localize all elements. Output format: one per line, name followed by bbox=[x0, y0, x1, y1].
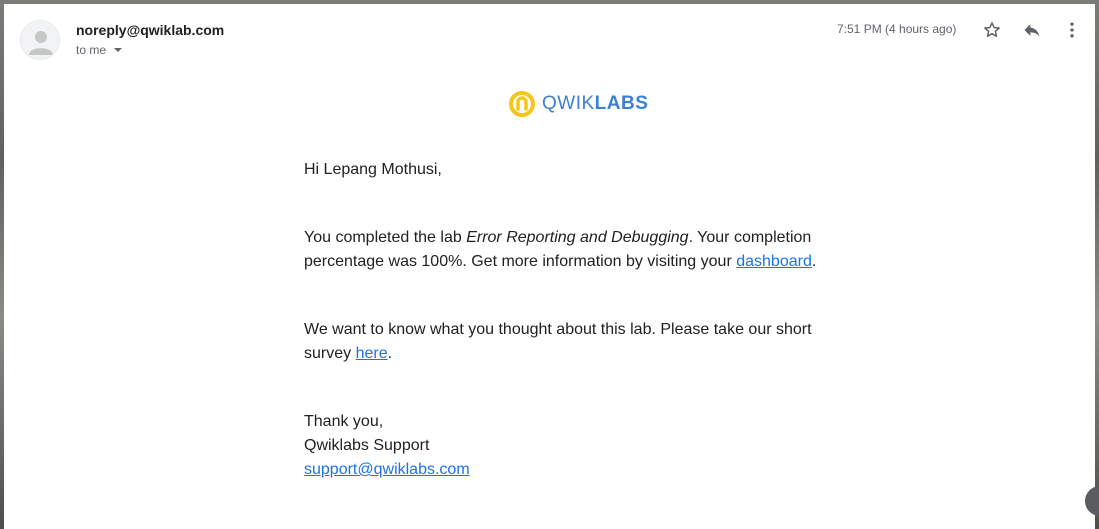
more-vert-icon[interactable] bbox=[1060, 18, 1084, 42]
recipient-label: to me bbox=[76, 43, 107, 57]
signature: Qwiklabs Support bbox=[304, 437, 430, 454]
survey-text-end: . bbox=[387, 345, 393, 362]
dashboard-link[interactable]: dashboard bbox=[736, 253, 812, 270]
support-email-link[interactable]: support@qwiklabs.com bbox=[304, 461, 470, 478]
recipient-dropdown[interactable]: to me bbox=[76, 43, 123, 57]
support-email-line: support@qwiklabs.com bbox=[304, 458, 844, 482]
logo-text-bold: LABS bbox=[594, 93, 649, 114]
greeting: Hi Lepang Mothusi, bbox=[304, 161, 442, 178]
lab-name: Error Reporting and Debugging bbox=[466, 229, 689, 246]
sender-address: noreply@qwiklab.com bbox=[76, 22, 225, 38]
reply-icon[interactable] bbox=[1020, 18, 1044, 42]
person-icon[interactable] bbox=[20, 20, 60, 60]
completion-paragraph: You completed the lab Error Reporting an… bbox=[304, 226, 844, 274]
completion-text-start: You completed the lab bbox=[304, 229, 467, 246]
timestamp: 7:51 PM (4 hours ago) bbox=[837, 22, 957, 36]
logo-text-light: QWIK bbox=[542, 93, 595, 114]
closing: Thank you, bbox=[304, 413, 384, 430]
caret-down-icon bbox=[114, 48, 123, 52]
qwiklabs-logo: QWIKLABS bbox=[508, 90, 648, 118]
qwiklabs-logo-icon bbox=[509, 91, 535, 117]
email-view: noreply@qwiklab.com to me 7:51 PM (4 hou… bbox=[4, 4, 1095, 529]
survey-paragraph: We want to know what you thought about t… bbox=[304, 318, 844, 366]
completion-text-end: . bbox=[811, 253, 817, 270]
survey-link[interactable]: here bbox=[356, 345, 388, 362]
star-icon[interactable] bbox=[980, 18, 1004, 42]
logo-text: QWIKLABS bbox=[542, 93, 648, 115]
